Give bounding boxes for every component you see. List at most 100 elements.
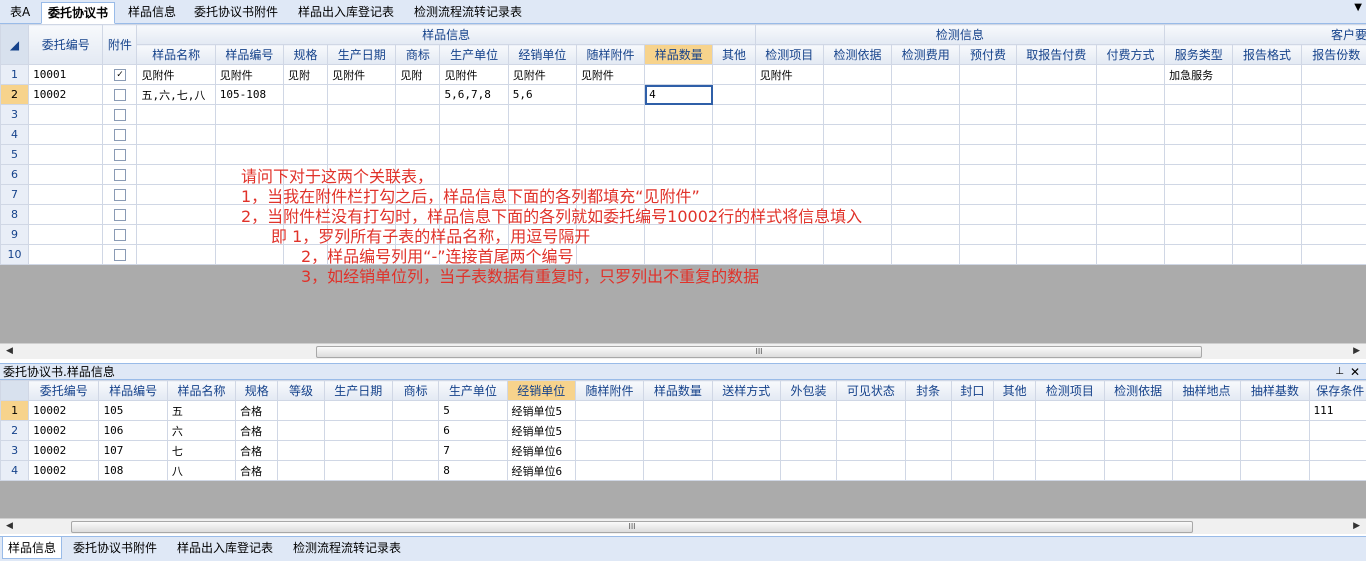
scroll-left-icon[interactable]: ◀ xyxy=(6,521,13,531)
cell-inspect[interactable] xyxy=(959,184,1017,205)
cell[interactable] xyxy=(323,440,393,461)
cell-sample[interactable]: 见附件 xyxy=(439,64,509,85)
cell[interactable] xyxy=(1103,460,1173,481)
cell-inspect[interactable] xyxy=(891,184,961,205)
table-row[interactable]: 1 10001 ✓ 见附件 见附件 见附 见附件 见附 见附件 见附件 见附件 见附件 加急服务 xyxy=(0,64,1366,85)
cell-sample[interactable] xyxy=(575,124,646,145)
cell[interactable]: 八 xyxy=(166,460,237,481)
bottom-tab-sample-info[interactable]: 样品信息 xyxy=(2,537,63,559)
col-header[interactable]: 保存条件 xyxy=(1308,380,1366,401)
row-number[interactable]: 10 xyxy=(0,244,30,265)
col-header[interactable]: 等级 xyxy=(277,380,325,401)
cell-attach[interactable] xyxy=(102,124,138,145)
col-header-attach[interactable]: 附件 xyxy=(102,24,138,65)
cell-inspect[interactable] xyxy=(891,204,961,225)
cell[interactable] xyxy=(1240,440,1310,461)
col-header[interactable]: 可见状态 xyxy=(836,380,906,401)
col-header[interactable]: 检测项目 xyxy=(1035,380,1105,401)
cell[interactable]: 经销单位5 xyxy=(506,400,576,421)
cell-inspect[interactable] xyxy=(891,104,961,125)
cell[interactable] xyxy=(574,400,645,421)
row-number[interactable]: 3 xyxy=(0,440,30,461)
cell-sample[interactable] xyxy=(282,104,329,125)
cell-sample[interactable]: 4 xyxy=(644,84,714,105)
cell-inspect[interactable] xyxy=(754,224,824,245)
row-number[interactable]: 1 xyxy=(0,400,30,421)
cell-sample[interactable] xyxy=(575,84,646,105)
cell-sample[interactable] xyxy=(136,204,216,225)
cell[interactable] xyxy=(323,400,393,421)
cell[interactable]: 六 xyxy=(166,420,237,441)
attach-checkbox[interactable] xyxy=(113,169,126,181)
cell[interactable] xyxy=(1035,400,1105,421)
cell[interactable]: 106 xyxy=(98,420,168,441)
col-header[interactable]: 生产日期 xyxy=(323,380,393,401)
cell-inspect[interactable] xyxy=(891,124,961,145)
cell-entrust-id[interactable] xyxy=(28,224,104,245)
cell-customer[interactable] xyxy=(1164,244,1234,265)
col-header-inspect[interactable]: 检测费用 xyxy=(891,44,961,65)
cell-customer[interactable] xyxy=(1232,164,1302,185)
cell-attach[interactable] xyxy=(102,164,138,185)
cell[interactable]: 107 xyxy=(98,440,168,461)
grid-corner[interactable] xyxy=(0,380,30,401)
cell-entrust-id[interactable] xyxy=(28,184,104,205)
cell-sample[interactable]: 5,6,7,8 xyxy=(439,84,509,105)
cell[interactable] xyxy=(1171,460,1242,481)
col-header-inspect[interactable]: 检测依据 xyxy=(822,44,893,65)
cell-inspect[interactable] xyxy=(1095,244,1166,265)
cell-inspect[interactable] xyxy=(1095,164,1166,185)
cell[interactable] xyxy=(836,420,906,441)
attach-checkbox[interactable] xyxy=(113,149,126,161)
table-row[interactable]: 2 10002 五,六,七,八 105-108 5,6,7,8 5,6 4 xyxy=(0,84,1366,105)
table-row[interactable]: 4 xyxy=(0,124,1366,145)
row-number[interactable]: 7 xyxy=(0,184,30,205)
table-row[interactable]: 6 xyxy=(0,164,1366,185)
cell[interactable] xyxy=(574,440,645,461)
row-number[interactable]: 6 xyxy=(0,164,30,185)
row-number[interactable]: 1 xyxy=(0,64,30,85)
cell-sample[interactable] xyxy=(395,124,441,145)
attach-checkbox[interactable] xyxy=(113,189,126,201)
cell-attach[interactable] xyxy=(102,184,138,205)
cell-sample[interactable] xyxy=(644,104,714,125)
tab-sample-inout-log[interactable]: 样品出入库登记表 xyxy=(292,2,400,24)
cell[interactable] xyxy=(1035,460,1105,481)
cell-inspect[interactable] xyxy=(754,184,824,205)
cell-inspect[interactable] xyxy=(1015,144,1097,165)
attach-checkbox[interactable] xyxy=(113,129,126,141)
col-header[interactable]: 封口 xyxy=(950,380,994,401)
scroll-thumb[interactable]: III xyxy=(71,521,1193,533)
cell-sample[interactable]: 见附件 xyxy=(507,64,577,85)
attach-checkbox[interactable] xyxy=(113,89,126,101)
cell-sample[interactable] xyxy=(327,84,397,105)
cell[interactable] xyxy=(950,400,994,421)
col-header-inspect[interactable]: 检测项目 xyxy=(754,44,824,65)
cell-sample[interactable] xyxy=(507,104,577,125)
cell-customer[interactable] xyxy=(1300,164,1366,185)
cell-inspect[interactable] xyxy=(822,124,893,145)
cell[interactable] xyxy=(1240,400,1310,421)
cell-inspect[interactable] xyxy=(1095,104,1166,125)
cell-inspect[interactable] xyxy=(1015,104,1097,125)
cell[interactable]: 合格 xyxy=(235,420,279,441)
cell-customer[interactable] xyxy=(1232,144,1302,165)
cell-customer[interactable] xyxy=(1300,104,1366,125)
cell-sample[interactable] xyxy=(136,244,216,265)
cell[interactable] xyxy=(277,440,325,461)
cell[interactable] xyxy=(277,400,325,421)
cell[interactable] xyxy=(574,460,645,481)
tab-agreement-attachment[interactable]: 委托协议书附件 xyxy=(188,2,284,24)
scroll-right-icon[interactable]: ▶ xyxy=(1353,521,1360,531)
cell-sample[interactable] xyxy=(282,124,329,145)
table-row[interactable]: 10 xyxy=(0,244,1366,265)
table-row[interactable]: 3 10002 107 七合格 7 经销单位6 xyxy=(0,440,1366,461)
cell-inspect[interactable] xyxy=(822,184,893,205)
cell-sample[interactable] xyxy=(136,104,216,125)
bottom-tab-inspection-flow-log[interactable]: 检测流程流转记录表 xyxy=(288,537,406,559)
cell[interactable] xyxy=(1171,440,1242,461)
cell-attach[interactable] xyxy=(102,144,138,165)
cell[interactable] xyxy=(323,460,393,481)
cell-inspect[interactable] xyxy=(1015,224,1097,245)
cell[interactable] xyxy=(950,420,994,441)
